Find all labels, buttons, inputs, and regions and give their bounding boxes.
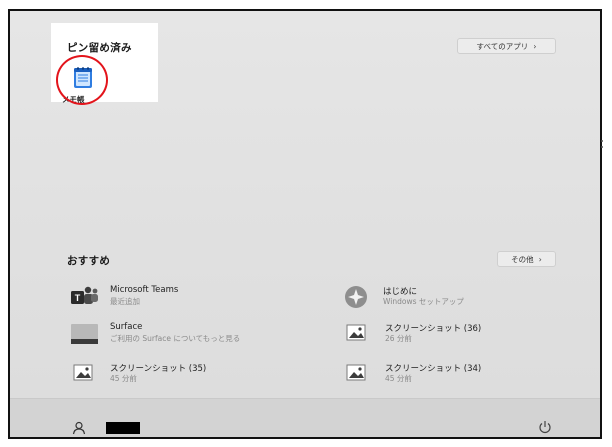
recommended-item-subtitle: Windows セットアップ — [383, 297, 464, 306]
recommended-item-subtitle: 45 分前 — [110, 374, 137, 383]
more-label: その他 — [511, 254, 534, 264]
get-started-icon — [345, 286, 367, 308]
chevron-right-icon: › — [538, 254, 542, 264]
image-file-icon — [346, 324, 366, 341]
recommended-item-title: Surface — [110, 322, 143, 332]
recommended-item-screenshot-34[interactable]: スクリーンショット (34) 45 分前 — [345, 362, 545, 388]
recommended-item-title: Microsoft Teams — [110, 285, 179, 295]
chevron-right-icon: › — [533, 41, 537, 51]
pinned-page-dots[interactable] — [601, 140, 604, 152]
more-button[interactable]: その他 › — [497, 251, 556, 267]
recommended-item-teams[interactable]: T Microsoft Teams 最近追加 — [70, 285, 300, 311]
user-name-redacted[interactable] — [106, 422, 140, 434]
pinned-section-title: ピン留め済み — [67, 42, 132, 54]
svg-text:T: T — [75, 293, 81, 303]
image-file-icon — [73, 364, 93, 381]
recommended-item-screenshot-35[interactable]: スクリーンショット (35) 45 分前 — [72, 362, 272, 388]
highlight-circle-annotation — [56, 55, 108, 105]
recommended-item-subtitle: ご利用の Surface についてもっと見る — [110, 334, 241, 343]
image-file-icon — [346, 364, 366, 381]
all-apps-button[interactable]: すべてのアプリ › — [457, 38, 556, 54]
recommended-item-subtitle: 最近追加 — [110, 297, 140, 306]
recommended-item-get-started[interactable]: はじめに Windows セットアップ — [343, 285, 543, 311]
teams-icon: T — [71, 286, 98, 304]
all-apps-label: すべてのアプリ — [476, 41, 529, 51]
recommended-item-subtitle: 26 分前 — [385, 334, 412, 343]
power-icon[interactable] — [538, 420, 552, 434]
recommended-section-title: おすすめ — [67, 255, 111, 267]
recommended-item-subtitle: 45 分前 — [385, 374, 412, 383]
recommended-item-surface[interactable]: Surface ご利用の Surface についてもっと見る — [70, 322, 310, 348]
surface-icon — [71, 324, 98, 344]
user-bar — [10, 398, 600, 437]
recommended-item-screenshot-36[interactable]: スクリーンショット (36) 26 分前 — [345, 322, 545, 348]
user-icon[interactable] — [72, 421, 86, 435]
